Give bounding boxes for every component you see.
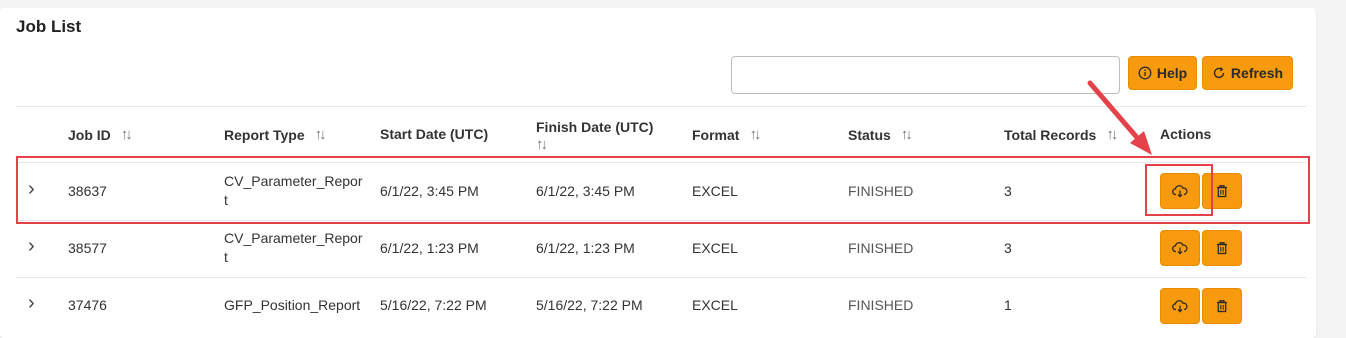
delete-button[interactable] bbox=[1202, 230, 1242, 266]
sort-icon[interactable]: ↑↓ bbox=[1106, 126, 1118, 143]
cloud-download-icon bbox=[1172, 242, 1188, 255]
sort-icon[interactable]: ↑↓ bbox=[749, 126, 761, 143]
chevron-right-icon[interactable]: › bbox=[28, 292, 35, 315]
report-type-cell: CV_Parameter_Report bbox=[224, 173, 363, 208]
total-records-cell: 1 bbox=[1004, 297, 1012, 313]
column-header-actions: Actions bbox=[1160, 126, 1211, 142]
refresh-icon bbox=[1213, 67, 1225, 79]
format-cell: EXCEL bbox=[692, 297, 738, 313]
sort-icon[interactable]: ↑↓ bbox=[121, 126, 133, 143]
column-header-total-records[interactable]: Total Records ↑↓ bbox=[1004, 126, 1118, 143]
column-header-status[interactable]: Status ↑↓ bbox=[848, 126, 913, 143]
column-label: Total Records bbox=[1004, 126, 1097, 143]
column-label: Finish Date (UTC) bbox=[536, 119, 654, 135]
total-records-cell: 3 bbox=[1004, 240, 1012, 256]
table-row: › 38637 CV_Parameter_Report 6/1/22, 3:45… bbox=[16, 163, 1306, 220]
delete-button[interactable] bbox=[1202, 173, 1242, 209]
download-button[interactable] bbox=[1160, 173, 1200, 209]
status-cell: FINISHED bbox=[848, 240, 914, 256]
column-label: Start Date (UTC) bbox=[380, 126, 489, 142]
column-header-job-id[interactable]: Job ID ↑↓ bbox=[68, 126, 133, 143]
finish-date-cell: 5/16/22, 7:22 PM bbox=[536, 297, 643, 313]
table-row: › 37476 GFP_Position_Report 5/16/22, 7:2… bbox=[16, 277, 1306, 334]
sort-icon[interactable]: ↑↓ bbox=[536, 136, 653, 154]
trash-icon bbox=[1217, 300, 1227, 313]
trash-icon bbox=[1217, 185, 1227, 198]
format-cell: EXCEL bbox=[692, 240, 738, 256]
column-label: Actions bbox=[1160, 126, 1212, 142]
trash-icon bbox=[1217, 242, 1227, 255]
finish-date-cell: 6/1/22, 3:45 PM bbox=[536, 183, 635, 199]
format-cell: EXCEL bbox=[692, 183, 738, 199]
refresh-button[interactable]: Refresh bbox=[1202, 56, 1293, 90]
column-header-start-date: Start Date (UTC) bbox=[380, 126, 488, 142]
report-type-cell: GFP_Position_Report bbox=[224, 297, 361, 313]
finish-date-cell: 6/1/22, 1:23 PM bbox=[536, 240, 635, 256]
refresh-label: Refresh bbox=[1230, 65, 1284, 81]
report-type-cell: CV_Parameter_Report bbox=[224, 230, 363, 265]
help-button[interactable]: Help bbox=[1128, 56, 1197, 90]
header-top-divider bbox=[16, 106, 1306, 107]
column-header-finish-date[interactable]: Finish Date (UTC) ↑↓ bbox=[536, 118, 653, 154]
total-records-cell: 3 bbox=[1004, 183, 1012, 199]
download-button[interactable] bbox=[1160, 288, 1200, 324]
search-input[interactable] bbox=[731, 56, 1120, 94]
job-id-cell: 38637 bbox=[68, 183, 107, 199]
column-label: Status bbox=[848, 126, 891, 143]
sort-icon[interactable]: ↑↓ bbox=[315, 126, 327, 143]
delete-button[interactable] bbox=[1202, 288, 1242, 324]
start-date-cell: 6/1/22, 1:23 PM bbox=[380, 240, 479, 256]
job-id-cell: 38577 bbox=[68, 240, 107, 256]
table-row: › 38577 CV_Parameter_Report 6/1/22, 1:23… bbox=[16, 220, 1306, 277]
help-label: Help bbox=[1156, 65, 1188, 81]
status-cell: FINISHED bbox=[848, 297, 914, 313]
start-date-cell: 6/1/22, 3:45 PM bbox=[380, 183, 479, 199]
column-label: Report Type bbox=[224, 126, 305, 143]
info-circle-icon bbox=[1138, 66, 1152, 80]
chevron-right-icon[interactable]: › bbox=[28, 235, 35, 258]
cloud-download-icon bbox=[1172, 185, 1188, 198]
chevron-right-icon[interactable]: › bbox=[28, 178, 35, 201]
status-cell: FINISHED bbox=[848, 183, 914, 199]
column-header-format[interactable]: Format ↑↓ bbox=[692, 126, 761, 143]
sort-icon[interactable]: ↑↓ bbox=[901, 126, 913, 143]
column-label: Format bbox=[692, 126, 740, 143]
page-title: Job List bbox=[16, 17, 82, 36]
column-label: Job ID bbox=[68, 126, 111, 143]
start-date-cell: 5/16/22, 7:22 PM bbox=[380, 297, 487, 313]
column-header-report-type[interactable]: Report Type ↑↓ bbox=[224, 126, 327, 143]
job-id-cell: 37476 bbox=[68, 297, 107, 313]
download-button[interactable] bbox=[1160, 230, 1200, 266]
cloud-download-icon bbox=[1172, 300, 1188, 313]
